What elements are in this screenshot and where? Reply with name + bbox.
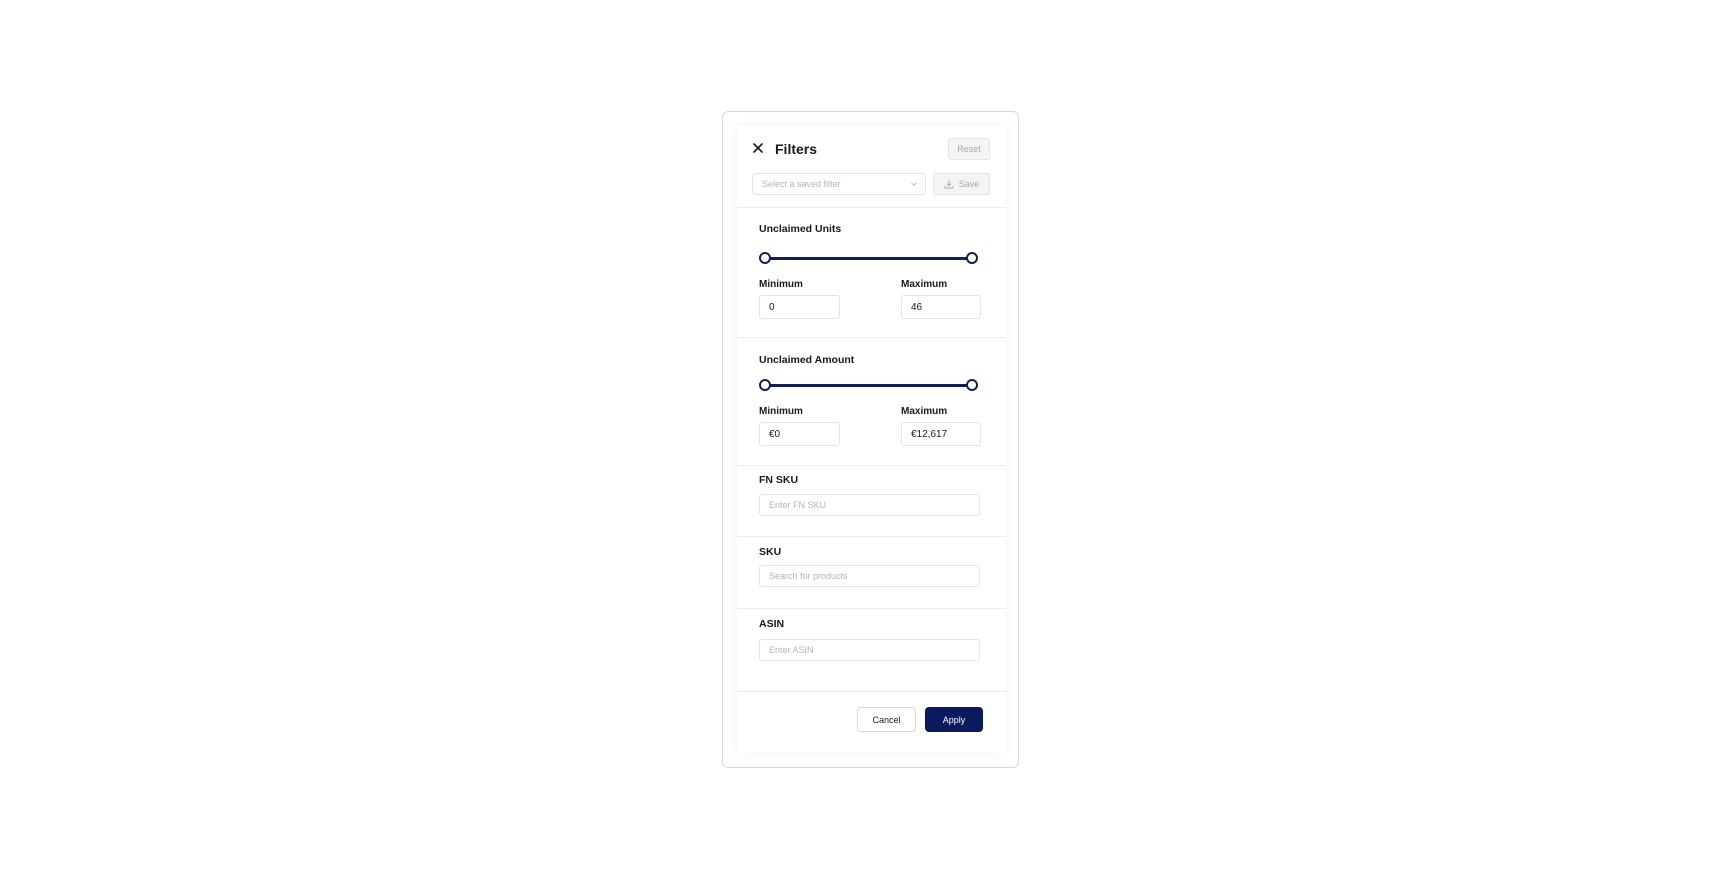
amount-maximum-label: Maximum (901, 406, 948, 417)
reset-button[interactable]: Reset (948, 138, 990, 160)
slider-min-handle[interactable] (759, 252, 771, 264)
slider-min-handle[interactable] (759, 379, 771, 391)
save-filter-button[interactable]: Save (933, 173, 990, 195)
unclaimed-units-label: Unclaimed Units (759, 223, 842, 235)
sku-section: SKU (737, 537, 1006, 609)
sku-label: SKU (759, 546, 782, 558)
saved-filter-placeholder: Select a saved filter (762, 179, 841, 189)
asin-section: ASIN (737, 609, 1006, 692)
units-minimum-label: Minimum (759, 279, 803, 290)
unclaimed-amount-section: Unclaimed Amount Minimum Maximum (737, 338, 1006, 466)
amount-maximum-input[interactable] (901, 422, 981, 446)
units-maximum-label: Maximum (901, 279, 948, 290)
slider-max-handle[interactable] (966, 252, 978, 264)
unclaimed-amount-label: Unclaimed Amount (759, 354, 855, 366)
slider-track (765, 384, 972, 387)
units-maximum-input[interactable] (901, 295, 981, 319)
download-icon (944, 180, 954, 189)
close-icon (753, 143, 763, 153)
fn-sku-section: FN SKU (737, 466, 1006, 537)
sku-search-input[interactable] (759, 565, 980, 587)
page-title: Filters (775, 141, 818, 157)
save-label: Save (958, 179, 980, 189)
filters-panel: Filters Reset Select a saved filter Save… (737, 126, 1006, 753)
units-minimum-input[interactable] (759, 295, 840, 319)
chevron-down-icon (911, 182, 917, 186)
dialog-footer: Cancel Apply (737, 692, 1006, 753)
asin-label: ASIN (759, 618, 785, 630)
amount-minimum-input[interactable] (759, 422, 840, 446)
amount-minimum-label: Minimum (759, 406, 803, 417)
fn-sku-label: FN SKU (759, 474, 799, 486)
slider-track (765, 257, 972, 260)
unclaimed-units-section: Unclaimed Units Minimum Maximum (737, 208, 1006, 338)
saved-filter-select[interactable]: Select a saved filter (752, 173, 926, 195)
cancel-button[interactable]: Cancel (857, 707, 916, 732)
close-button[interactable] (750, 140, 766, 156)
filters-header: Filters Reset Select a saved filter Save (737, 126, 1006, 208)
apply-button[interactable]: Apply (925, 707, 983, 732)
asin-input[interactable] (759, 639, 980, 661)
unclaimed-units-slider[interactable] (759, 251, 978, 265)
fn-sku-input[interactable] (759, 494, 980, 516)
unclaimed-amount-slider[interactable] (759, 378, 978, 392)
slider-max-handle[interactable] (966, 379, 978, 391)
